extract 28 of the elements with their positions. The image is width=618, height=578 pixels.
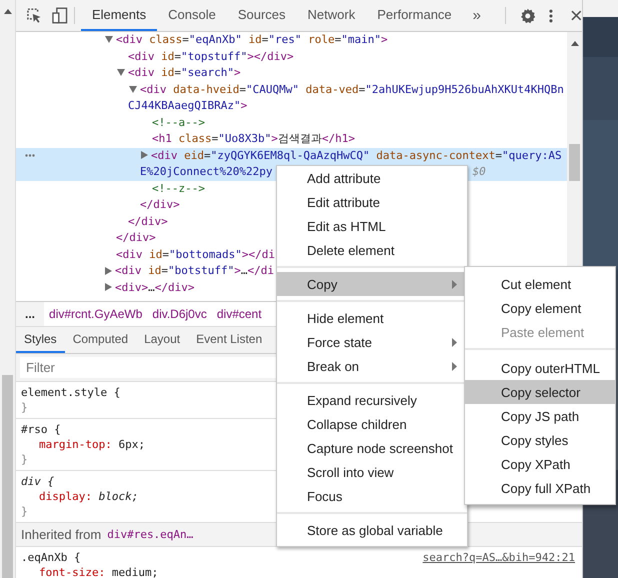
code-line: <div id="botstuff">…</di: [115, 264, 274, 277]
code-line: <div class="eqAnXb" id="res" role="main">: [116, 33, 388, 46]
css-selector: div {: [21, 474, 54, 489]
code-line: </div>: [140, 198, 180, 211]
code-line: </div>: [116, 231, 156, 244]
code-line: E%20jConnect%20%22py: [140, 165, 272, 178]
code-line: </div>: [128, 214, 168, 228]
inherited-label: Inherited from: [21, 527, 102, 542]
code-line: <div eid="zyQGYK6EM8ql-QaAzqHwCQ" data-async-context="query:AS: [151, 148, 562, 162]
code-line: <!--z-->: [152, 182, 205, 194]
css-selector: .eqAnXb {: [21, 550, 81, 565]
code-line: CJ44KBAaegQIBRAz">: [128, 99, 248, 112]
css-selector: element.style {: [21, 385, 120, 400]
css-selector: #rso {: [21, 422, 61, 437]
css-property: display: block;: [38, 489, 138, 504]
css-property: margin-top: 6px;: [38, 437, 145, 452]
code-line: <!--a-->: [152, 116, 205, 128]
code-line: <div id="topstuff"></div>: [128, 50, 294, 62]
css-property: font-size: medium;: [38, 565, 158, 578]
closing-brace: }: [21, 504, 28, 519]
code-line: <div id="search">: [128, 66, 241, 79]
selected-marker: $0: [472, 165, 486, 178]
code-line: <div>…</div>: [115, 280, 194, 294]
closing-brace: }: [21, 400, 28, 415]
code-line: <h1 class="Uo8X3b">검색결과</h1>: [152, 132, 355, 145]
code-line: <div data-hveid="CAUQMw" data-ved="2ahUKEwjup9H526buAhXKUt4KHQBn: [140, 82, 564, 96]
closing-brace: }: [21, 452, 28, 467]
code-line: <div id="bottomads"></di: [116, 248, 275, 260]
